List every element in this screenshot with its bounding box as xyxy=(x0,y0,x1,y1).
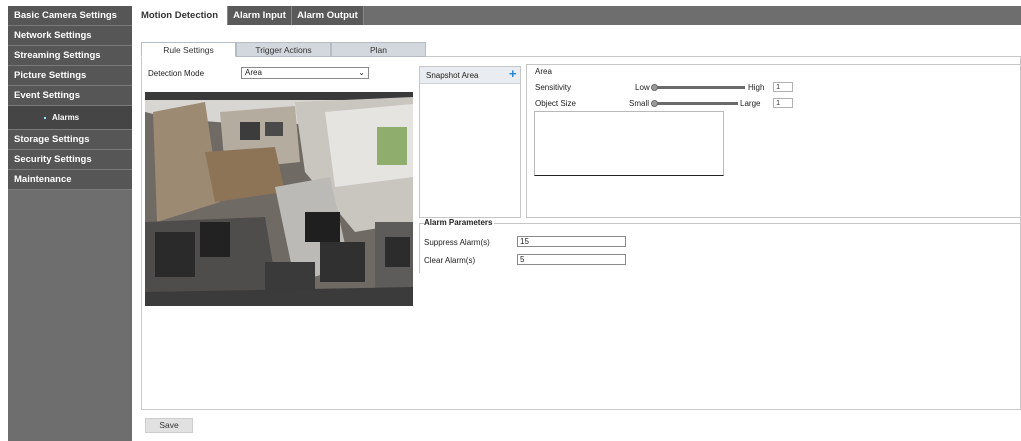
sensitivity-label: Sensitivity xyxy=(535,83,572,92)
suppress-alarm-label: Suppress Alarm(s) xyxy=(424,238,490,247)
top-tab-bar: Motion Detection Alarm Input Alarm Outpu… xyxy=(132,6,1021,25)
object-size-large-label: Large xyxy=(740,99,761,108)
chevron-down-icon: ⌄ xyxy=(358,68,365,77)
sensitivity-value-field[interactable]: 1 xyxy=(773,82,793,92)
sensitivity-slider-handle[interactable] xyxy=(651,84,658,91)
sidebar-item-basic-camera-settings[interactable]: Basic Camera Settings xyxy=(8,6,132,26)
detection-mode-label: Detection Mode xyxy=(148,69,205,78)
sidebar-item-security-settings[interactable]: Security Settings xyxy=(8,150,132,170)
sensitivity-slider-track[interactable] xyxy=(652,86,745,89)
sidebar-subitem-label: Alarms xyxy=(52,113,80,122)
snapshot-area-panel: Snapshot Area + xyxy=(419,66,521,218)
tab-trigger-actions[interactable]: Trigger Actions xyxy=(236,42,331,57)
tab-plan[interactable]: Plan xyxy=(331,42,426,57)
object-size-slider-track[interactable] xyxy=(652,102,738,105)
detection-mode-select[interactable]: Area ⌄ xyxy=(241,67,369,79)
bullet-icon xyxy=(44,117,46,119)
alarm-parameters-title: Alarm Parameters xyxy=(424,218,495,227)
sidebar-item-streaming-settings[interactable]: Streaming Settings xyxy=(8,46,132,66)
sidebar-item-event-settings[interactable]: Event Settings xyxy=(8,86,132,106)
area-title: Area xyxy=(535,67,552,76)
sidebar-item-maintenance[interactable]: Maintenance xyxy=(8,170,132,190)
object-size-small-label: Small xyxy=(629,99,650,108)
area-preview-box[interactable] xyxy=(534,111,724,176)
tab-motion-detection[interactable]: Motion Detection xyxy=(132,6,228,25)
sensitivity-low-label: Low xyxy=(635,83,650,92)
sidebar-subitem-alarms[interactable]: Alarms xyxy=(8,106,132,130)
tab-alarm-output[interactable]: Alarm Output xyxy=(292,6,364,25)
snapshot-area-header: Snapshot Area + xyxy=(420,67,520,84)
live-video-view[interactable] xyxy=(145,92,413,306)
save-button[interactable]: Save xyxy=(145,418,193,433)
suppress-alarm-input[interactable]: 15 xyxy=(517,236,626,247)
sidebar-item-picture-settings[interactable]: Picture Settings xyxy=(8,66,132,86)
detection-mode-value: Area xyxy=(245,68,262,77)
camera-scene-image xyxy=(145,92,413,306)
sensitivity-high-label: High xyxy=(748,83,765,92)
sidebar-item-network-settings[interactable]: Network Settings xyxy=(8,26,132,46)
tab-rule-settings[interactable]: Rule Settings xyxy=(141,42,236,57)
sidebar: Basic Camera Settings Network Settings S… xyxy=(8,6,132,441)
object-size-label: Object Size xyxy=(535,99,576,108)
plus-icon[interactable]: + xyxy=(509,67,517,81)
clear-alarm-label: Clear Alarm(s) xyxy=(424,256,476,265)
clear-alarm-input[interactable]: 5 xyxy=(517,254,626,265)
snapshot-area-label: Snapshot Area xyxy=(426,71,479,80)
tab-alarm-input[interactable]: Alarm Input xyxy=(228,6,292,25)
sidebar-item-storage-settings[interactable]: Storage Settings xyxy=(8,130,132,150)
object-size-slider-handle[interactable] xyxy=(651,100,658,107)
alarm-parameters-panel xyxy=(419,223,1021,273)
object-size-value-field[interactable]: 1 xyxy=(773,98,793,108)
